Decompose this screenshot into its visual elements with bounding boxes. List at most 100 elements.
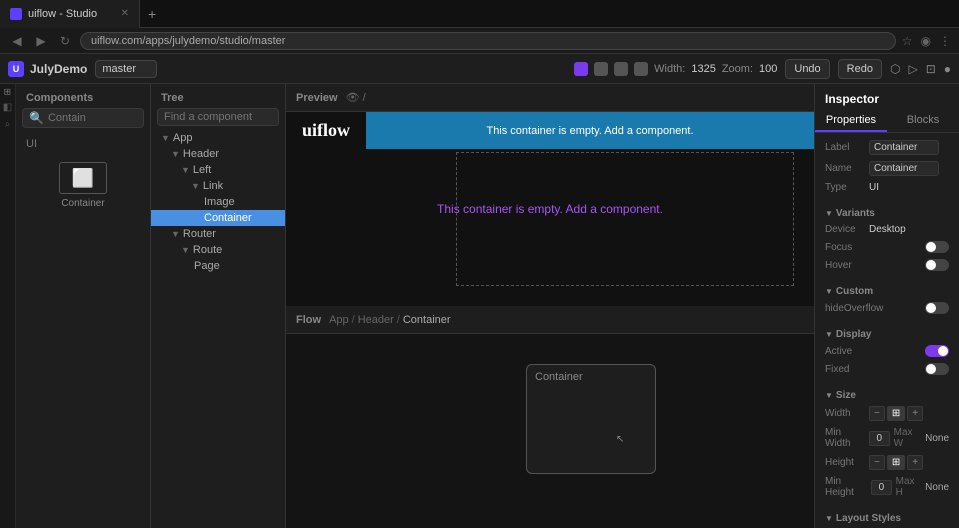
name-field-input[interactable] — [869, 161, 939, 176]
preview-icon[interactable]: ⊡ — [926, 62, 936, 76]
reload-button[interactable]: ↻ — [56, 34, 74, 48]
size-label: Size — [836, 390, 856, 401]
flow-label: Flow — [296, 314, 321, 326]
breadcrumb-header[interactable]: Header — [358, 314, 394, 326]
layout-header[interactable]: ▼ Layout Styles — [825, 509, 949, 526]
user-avatar[interactable]: ● — [944, 62, 951, 76]
component-search-box[interactable]: 🔍 — [22, 108, 144, 128]
branch-select[interactable]: master — [95, 60, 157, 78]
tree-item-image[interactable]: Image — [151, 194, 285, 210]
undo-button[interactable]: Undo — [785, 59, 829, 79]
tree-arrow: ▼ — [161, 133, 170, 143]
min-width-value[interactable]: 0 — [869, 431, 890, 446]
preview-logo-text: uiflow — [302, 120, 350, 141]
project-name: JulyDemo — [30, 62, 87, 76]
tree-items: ▼ App ▼ Header ▼ Left ▼ Link Image Conta — [151, 130, 285, 528]
new-tab-button[interactable]: + — [140, 6, 164, 22]
redo-button[interactable]: Redo — [838, 59, 882, 79]
tree-item-router[interactable]: ▼ Router — [151, 226, 285, 242]
share-icon[interactable]: ⬡ — [890, 62, 900, 76]
search-icon[interactable]: ⌕ — [5, 119, 11, 130]
flow-container-box[interactable]: Container — [526, 364, 656, 474]
tree-item-label: App — [173, 132, 193, 144]
preview-bar: Preview 👁 / — [286, 84, 814, 112]
height-plus-btn[interactable]: + — [907, 455, 923, 470]
flow-cursor: ↖ — [616, 434, 624, 445]
color-swatch-gray1[interactable] — [594, 62, 608, 76]
fixed-toggle[interactable] — [925, 363, 949, 375]
custom-header[interactable]: ▼ Custom — [825, 282, 949, 299]
hideoverflow-toggle[interactable] — [925, 302, 949, 314]
back-button[interactable]: ◀ — [8, 34, 26, 48]
breadcrumb-slash: / — [363, 92, 366, 104]
width-plus-btn[interactable]: + — [907, 406, 923, 421]
active-toggle[interactable] — [925, 345, 949, 357]
tab-properties[interactable]: Properties — [815, 110, 887, 132]
inspector-title: Inspector — [815, 84, 959, 110]
flow-canvas[interactable]: Container ↖ — [286, 334, 814, 528]
label-field-input[interactable] — [869, 140, 939, 155]
layers-icon[interactable]: ⊞ — [3, 88, 13, 96]
close-tab-btn[interactable]: ✕ — [121, 8, 129, 19]
preview-center-empty-msg: This container is empty. Add a component… — [437, 202, 663, 216]
toolbar-controls: Width: 1325 Zoom: 100 — [574, 62, 777, 76]
tree-search-input[interactable] — [164, 111, 272, 123]
tab-blocks[interactable]: Blocks — [887, 110, 959, 132]
hover-toggle[interactable] — [925, 259, 949, 271]
tree-item-page[interactable]: Page — [151, 258, 285, 274]
width-center-btn[interactable]: ⊞ — [887, 406, 905, 421]
display-arrow: ▼ — [825, 330, 833, 339]
address-bar[interactable]: uiflow.com/apps/julydemo/studio/master — [80, 32, 896, 50]
focus-toggle[interactable] — [925, 241, 949, 253]
height-center-btn[interactable]: ⊞ — [887, 455, 905, 470]
browser-tab[interactable]: uiflow - Studio ✕ — [0, 0, 140, 28]
tree-item-header[interactable]: ▼ Header — [151, 146, 285, 162]
color-swatch-purple[interactable] — [574, 62, 588, 76]
variants-header[interactable]: ▼ Variants — [825, 204, 949, 221]
tree-arrow: ▼ — [171, 229, 180, 239]
custom-arrow: ▼ — [825, 287, 833, 296]
address-text: uiflow.com/apps/julydemo/studio/master — [91, 35, 285, 47]
breadcrumb-eye-icon: 👁 — [346, 91, 360, 104]
color-swatch-gray3[interactable] — [634, 62, 648, 76]
tree-item-link[interactable]: ▼ Link — [151, 178, 285, 194]
tree-search-box[interactable] — [157, 108, 279, 126]
tree-item-app[interactable]: ▼ App — [151, 130, 285, 146]
display-header[interactable]: ▼ Display — [825, 325, 949, 342]
breadcrumb-container[interactable]: Container — [403, 314, 451, 326]
size-header[interactable]: ▼ Size — [825, 386, 949, 403]
tree-item-route[interactable]: ▼ Route — [151, 242, 285, 258]
width-minus-btn[interactable]: − — [869, 406, 885, 421]
center-panel: Preview 👁 / uiflow This container is emp… — [286, 84, 814, 528]
app-logo: U JulyDemo — [8, 61, 87, 77]
custom-section: ▼ Custom hideOverflow — [815, 278, 959, 321]
components-title: Components — [16, 84, 150, 108]
preview-label: Preview — [296, 92, 338, 104]
menu-icon[interactable]: ⋮ — [939, 34, 951, 48]
tree-item-left[interactable]: ▼ Left — [151, 162, 285, 178]
container-component[interactable]: ⬜ Container — [16, 154, 150, 217]
device-label: Device — [825, 224, 865, 235]
tree-item-label: Image — [204, 196, 235, 208]
breadcrumb-sep2: / — [397, 314, 400, 326]
hover-row: Hover — [825, 256, 949, 274]
type-field-value: UI — [869, 182, 949, 193]
browser-icons: ☆ ◉ ⋮ — [902, 34, 951, 48]
hideoverflow-label: hideOverflow — [825, 303, 883, 314]
min-height-value[interactable]: 0 — [871, 480, 892, 495]
play-icon[interactable]: ▷ — [908, 62, 917, 76]
tree-arrow: ▼ — [191, 181, 200, 191]
bookmark-icon[interactable]: ☆ — [902, 34, 913, 48]
breadcrumb-app[interactable]: App — [329, 314, 349, 326]
forward-button[interactable]: ▶ — [32, 34, 50, 48]
color-swatch-gray2[interactable] — [614, 62, 628, 76]
component-icon[interactable]: ◧ — [3, 102, 12, 113]
tree-item-container[interactable]: Container — [151, 210, 285, 226]
height-minus-btn[interactable]: − — [869, 455, 885, 470]
flow-bar: Flow App / Header / Container — [286, 306, 814, 334]
profile-icon[interactable]: ◉ — [921, 34, 931, 48]
hover-label: Hover — [825, 260, 865, 271]
component-search-input[interactable] — [48, 112, 137, 124]
layout-label: Layout Styles — [836, 513, 901, 524]
min-height-label: Min Height — [825, 476, 867, 498]
